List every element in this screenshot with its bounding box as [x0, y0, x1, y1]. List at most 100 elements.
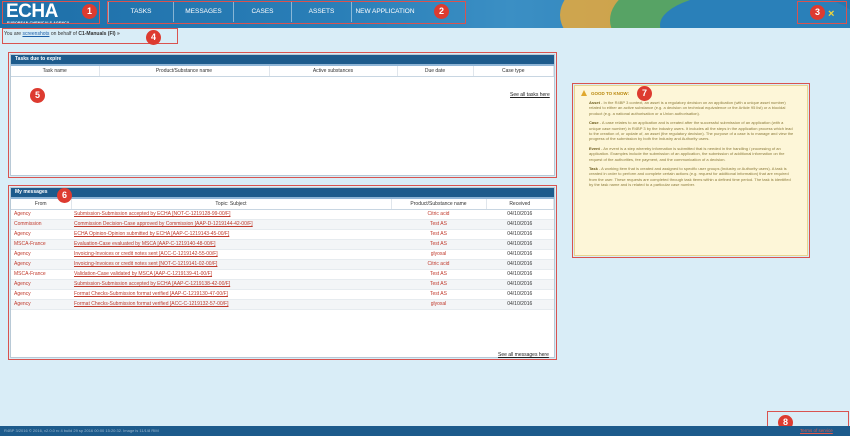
message-product: Citric acid — [391, 259, 486, 270]
message-product: Test AS — [391, 289, 486, 300]
message-product: Citric acid — [391, 209, 486, 220]
table-row[interactable]: Agency Submission-Submission accepted by … — [11, 209, 554, 220]
message-subject-link[interactable]: Evaluation-Case evaluated by MSCA [AAP-C… — [71, 239, 391, 250]
message-subject-link[interactable]: Invoicing-Invoices or credit notes sent … — [71, 259, 391, 270]
good-to-know-item: Case - A case relates to an application … — [589, 120, 795, 142]
column-header[interactable]: Active substances — [269, 66, 398, 77]
user-context-bar: You are screenshots on behalf of C1-Manu… — [4, 31, 120, 37]
message-subject-link[interactable]: Invoicing-Invoices or credit notes sent … — [71, 249, 391, 260]
message-received-date: 04/10/2016 — [486, 239, 554, 250]
see-all-tasks-link[interactable]: See all tasks here — [510, 92, 550, 98]
messages-panel-title: My messages — [11, 188, 554, 197]
message-from: Agency — [11, 209, 71, 220]
message-received-date: 04/10/2016 — [486, 289, 554, 300]
table-row[interactable]: Commission Commission Decision-Case appro… — [11, 219, 554, 230]
column-header[interactable]: Task name — [11, 66, 100, 77]
definition-term: Asset — [589, 100, 600, 105]
table-row[interactable]: Agency Format Checks-Submission format ve… — [11, 289, 554, 300]
message-subject-link[interactable]: Submission-Submission accepted by ECHA [… — [71, 209, 391, 220]
footer: R4BP 3/2016 © 2016, v2.0.0 rc 4 build 29… — [0, 426, 850, 436]
table-row[interactable]: Agency ECHA Opinion-Opinion submitted by … — [11, 229, 554, 240]
annotation-box — [107, 1, 466, 24]
message-subject-link[interactable]: Format Checks-Submission format verified… — [71, 289, 391, 300]
good-to-know-panel: GOOD TO KNOW: Asset - In the R4BP 3 cont… — [574, 85, 808, 256]
tasks-panel: Tasks due to expire Task name Product/Su… — [10, 54, 555, 176]
message-product: Test AS — [391, 229, 486, 240]
table-row[interactable]: Agency Submission-Submission accepted by … — [11, 279, 554, 290]
annotation-badge: 2 — [434, 4, 449, 19]
switch-org-icon[interactable]: » — [117, 31, 120, 37]
column-header[interactable]: Product/Substance name — [391, 199, 487, 210]
message-from: Agency — [11, 279, 71, 290]
message-subject-link[interactable]: Submission-Submission accepted by ECHA [… — [71, 279, 391, 290]
table-row[interactable]: Agency Invoicing-Invoices or credit notes… — [11, 259, 554, 270]
table-row[interactable]: Agency Invoicing-Invoices or credit notes… — [11, 249, 554, 260]
column-header[interactable]: Due date — [397, 66, 474, 77]
message-product: glyoxal — [391, 299, 486, 310]
userbar-middle: on behalf of — [50, 31, 77, 37]
tasks-panel-title: Tasks due to expire — [11, 55, 554, 64]
tasks-table: Task name Product/Substance name Active … — [11, 66, 554, 77]
column-header[interactable]: Received — [486, 199, 554, 210]
message-product: Test AS — [391, 279, 486, 290]
footer-version-text: R4BP 3/2016 © 2016, v2.0.0 rc 4 build 29… — [4, 428, 159, 433]
definition-term: Task — [589, 166, 598, 172]
table-row[interactable]: Agency Format Checks-Submission format ve… — [11, 299, 554, 310]
column-header[interactable]: Product/Substance name — [99, 66, 270, 77]
message-subject-link[interactable]: Commission Decision-Case approved by Com… — [71, 219, 391, 230]
good-to-know-item: Asset - In the R4BP 3 context, an asset … — [589, 100, 795, 116]
annotation-badge: 1 — [82, 4, 97, 19]
message-subject-link[interactable]: Format Checks-Submission format verified… — [71, 299, 391, 310]
good-to-know-title: GOOD TO KNOW: — [591, 90, 630, 96]
message-from: Agency — [11, 229, 71, 240]
good-to-know-list: Asset - In the R4BP 3 context, an asset … — [581, 100, 801, 188]
message-product: glyoxal — [391, 249, 486, 260]
message-from: Commission — [11, 219, 71, 230]
good-to-know-item: Event - An event is a step whereby infor… — [589, 146, 795, 162]
message-received-date: 04/10/2016 — [486, 249, 554, 260]
message-subject-link[interactable]: Validation-Case validated by MSCA [AAP-C… — [71, 269, 391, 280]
message-product: Test AS — [391, 239, 486, 250]
definition-text: - An event is a step whereby information… — [589, 145, 785, 162]
definition-term: Case — [589, 120, 599, 126]
good-to-know-header: GOOD TO KNOW: — [581, 90, 801, 96]
warning-icon — [581, 90, 587, 96]
message-from: MSCA-France — [11, 269, 71, 280]
definition-text: - A working item that is created and ass… — [589, 166, 791, 188]
message-received-date: 04/10/2016 — [486, 299, 554, 310]
column-header[interactable]: Topic: Subject — [71, 199, 392, 210]
message-from: Agency — [11, 299, 71, 310]
message-received-date: 04/10/2016 — [486, 209, 554, 220]
annotation-badge: 4 — [146, 30, 161, 45]
definition-text: - In the R4BP 3 context, an asset is a r… — [589, 100, 786, 116]
table-row[interactable]: MSCA-France Validation-Case validated by … — [11, 269, 554, 280]
message-subject-link[interactable]: ECHA Opinion-Opinion submitted by ECHA [… — [71, 229, 391, 240]
message-from: Agency — [11, 249, 71, 260]
table-row[interactable]: MSCA-France Evaluation-Case evaluated by … — [11, 239, 554, 250]
definition-term: Event — [589, 145, 600, 151]
annotation-badge: 6 — [57, 188, 72, 203]
organisation-name: C1-Manuals (FI) — [78, 31, 116, 37]
message-received-date: 04/10/2016 — [486, 259, 554, 270]
username-link[interactable]: screenshots — [22, 31, 49, 37]
message-from: Agency — [11, 289, 71, 300]
terms-of-service-link[interactable]: Terms of service — [800, 428, 833, 433]
message-received-date: 04/10/2016 — [486, 219, 554, 230]
messages-table: From Topic: Subject Product/Substance na… — [11, 199, 554, 310]
userbar-prefix: You are — [4, 31, 22, 37]
message-received-date: 04/10/2016 — [486, 229, 554, 240]
good-to-know-item: Task - A working item that is created an… — [589, 166, 795, 188]
message-product: Test AS — [391, 219, 486, 230]
annotation-badge: 3 — [810, 5, 825, 20]
definition-text: - A case relates to an application and i… — [589, 120, 794, 142]
message-from: Agency — [11, 259, 71, 270]
column-header[interactable]: Case type — [473, 66, 554, 77]
message-received-date: 04/10/2016 — [486, 279, 554, 290]
annotation-badge: 7 — [637, 86, 652, 101]
see-all-messages-link[interactable]: See all messages here — [498, 352, 549, 358]
messages-table-body: Agency Submission-Submission accepted by … — [11, 209, 554, 310]
message-product: Test AS — [391, 269, 486, 280]
messages-panel: My messages From Topic: Subject Product/… — [10, 187, 555, 358]
message-from: MSCA-France — [11, 239, 71, 250]
annotation-badge: 5 — [30, 88, 45, 103]
